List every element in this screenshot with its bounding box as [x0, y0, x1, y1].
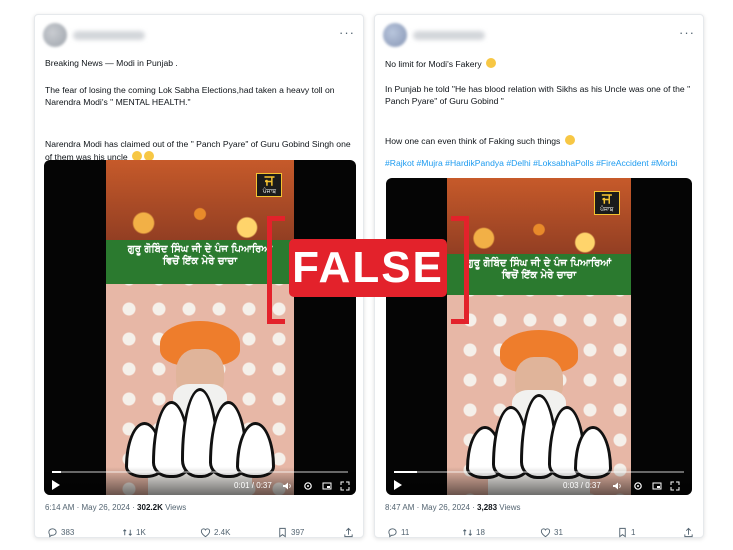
- lotus-logo: [125, 387, 275, 479]
- bookmark-button[interactable]: 397: [277, 527, 304, 538]
- hashtags[interactable]: #Rajkot #Mujra #HardikPandya #Delhi #Lok…: [385, 158, 693, 170]
- tweet-text-line: No limit for Modi's Fakery: [385, 58, 693, 71]
- tweet-actions: 11 18 31 1: [385, 527, 693, 541]
- tweet-actions: 383 1K 2.4K 397: [45, 527, 353, 541]
- fullscreen-icon[interactable]: [670, 481, 680, 491]
- caption-line: ਵਿਚੋਂ ਇੱਕ ਮੇਰੇ ਚਾਚਾ: [501, 270, 577, 282]
- retweet-icon: [123, 529, 132, 536]
- channel-logo: ਜ ਪੰਜਾਬ: [593, 190, 620, 215]
- retweet-button[interactable]: 18: [462, 527, 485, 538]
- volume-icon[interactable]: [612, 481, 622, 491]
- settings-icon[interactable]: [633, 481, 643, 491]
- emoji-icon: [486, 58, 497, 68]
- blurred-username[interactable]: [413, 31, 485, 40]
- more-options-icon[interactable]: ···: [679, 25, 695, 40]
- like-button[interactable]: 2.4K: [200, 527, 230, 538]
- emoji-icon: [132, 150, 143, 161]
- emoji-icon: [564, 135, 575, 145]
- video-caption-banner: ਗੁਰੂ ਗੋਬਿੰਦ ਸਿੰਘ ਜੀ ਦੇ ਪੰਜ ਪਿਆਰਿਆਂ ਵਿਚੋਂ…: [447, 254, 631, 296]
- caption-line: ਗੁਰੂ ਗੋਬਿੰਦ ਸਿੰਘ ਜੀ ਦੇ ਪੰਜ ਪਿਆਰਿਆਂ: [466, 258, 612, 270]
- video-controls: 0:03 / 0:37: [386, 467, 692, 495]
- stamp-bracket-left: [267, 216, 285, 324]
- volume-icon[interactable]: [282, 481, 292, 491]
- video-caption-banner: ਗੁਰੂ ਗੋਬਿੰਦ ਸਿੰਘ ਜੀ ਦੇ ਪੰਜ ਪਿਆਰਿਆਂ ਵਿਚੋਂ…: [106, 240, 294, 284]
- tweet-header: ···: [383, 23, 695, 49]
- progress-fill: [394, 471, 418, 473]
- heart-icon: [540, 528, 551, 538]
- share-icon: [684, 527, 693, 538]
- video-progress-bar[interactable]: [394, 471, 684, 473]
- fullscreen-icon[interactable]: [340, 481, 350, 491]
- views-count: 302.2K: [137, 503, 163, 512]
- play-icon[interactable]: [394, 480, 402, 490]
- tweet-text-line: Breaking News — Modi in Punjab .: [45, 58, 178, 68]
- heart-icon: [200, 528, 211, 538]
- video-controls: 0:01 / 0:37: [44, 467, 356, 495]
- tweet-text-line: The fear of losing the coming Lok Sabha …: [45, 85, 335, 107]
- video-progress-bar[interactable]: [52, 471, 348, 473]
- caption-line: ਗੁਰੂ ਗੋਬਿੰਦ ਸਿੰਘ ਜੀ ਦੇ ਪੰਜ ਪਿਆਰਿਆਂ: [127, 244, 273, 256]
- picture-in-picture-icon[interactable]: [652, 481, 662, 491]
- retweet-button[interactable]: 1K: [122, 527, 146, 538]
- more-options-icon[interactable]: ···: [339, 25, 355, 40]
- bookmark-icon: [619, 527, 626, 538]
- tweet-text-line: How one can even think of Faking such th…: [385, 135, 693, 148]
- reply-button[interactable]: 11: [387, 527, 409, 538]
- reply-icon: [388, 528, 397, 538]
- share-button[interactable]: [683, 527, 694, 538]
- video-frame: ਜ ਪੰਜਾਬ ਗੁਰੂ ਗੋਬਿੰਦ ਸਿੰਘ ਜੀ ਦੇ ਪੰਜ ਪਿਆਰਿ…: [447, 178, 631, 495]
- reply-button[interactable]: 383: [47, 527, 74, 538]
- picture-in-picture-icon[interactable]: [322, 481, 332, 491]
- tweet-text-line: In Punjab he told "He has blood relation…: [385, 84, 691, 106]
- tweet-header: ···: [43, 23, 355, 49]
- video-frame: ਜ ਪੰਜਾਬ ਗੁਰੂ ਗੋਬਿੰਦ ਸਿੰਘ ਜੀ ਦੇ ਪੰਜ ਪਿਆਰਿ…: [106, 160, 294, 495]
- share-icon: [344, 527, 353, 538]
- video-player[interactable]: ਜ ਪੰਜਾਬ ਗੁਰੂ ਗੋਬਿੰਦ ਸਿੰਘ ਜੀ ਦੇ ਪੰਜ ਪਿਆਰਿ…: [44, 160, 356, 495]
- bookmark-icon: [279, 527, 286, 538]
- tweet-timestamp[interactable]: 8:47 AM · May 26, 2024 · 3,283 Views: [385, 503, 521, 512]
- like-button[interactable]: 31: [540, 527, 563, 538]
- avatar[interactable]: [43, 23, 67, 47]
- bookmark-button[interactable]: 1: [617, 527, 635, 538]
- emoji-icon: [144, 150, 155, 161]
- views-count: 3,283: [477, 503, 498, 512]
- reply-icon: [48, 528, 57, 538]
- retweet-icon: [463, 529, 472, 536]
- progress-fill: [52, 471, 61, 473]
- settings-icon[interactable]: [303, 481, 313, 491]
- tweet-timestamp[interactable]: 6:14 AM · May 26, 2024 · 302.2K Views: [45, 503, 186, 512]
- play-icon[interactable]: [52, 480, 60, 490]
- avatar[interactable]: [383, 23, 407, 47]
- channel-logo: ਜ ਪੰਜਾਬ: [256, 173, 283, 198]
- share-button[interactable]: [343, 527, 354, 538]
- video-time: 0:01 / 0:37: [234, 481, 272, 490]
- false-label: FALSE: [289, 239, 447, 297]
- caption-line: ਵਿਚੋਂ ਇੱਕ ਮੇਰੇ ਚਾਚਾ: [162, 256, 238, 268]
- fact-check-stamp: FALSE: [267, 216, 469, 324]
- blurred-username[interactable]: [73, 31, 145, 40]
- stamp-bracket-right: [451, 216, 469, 324]
- video-time: 0:03 / 0:37: [563, 481, 601, 490]
